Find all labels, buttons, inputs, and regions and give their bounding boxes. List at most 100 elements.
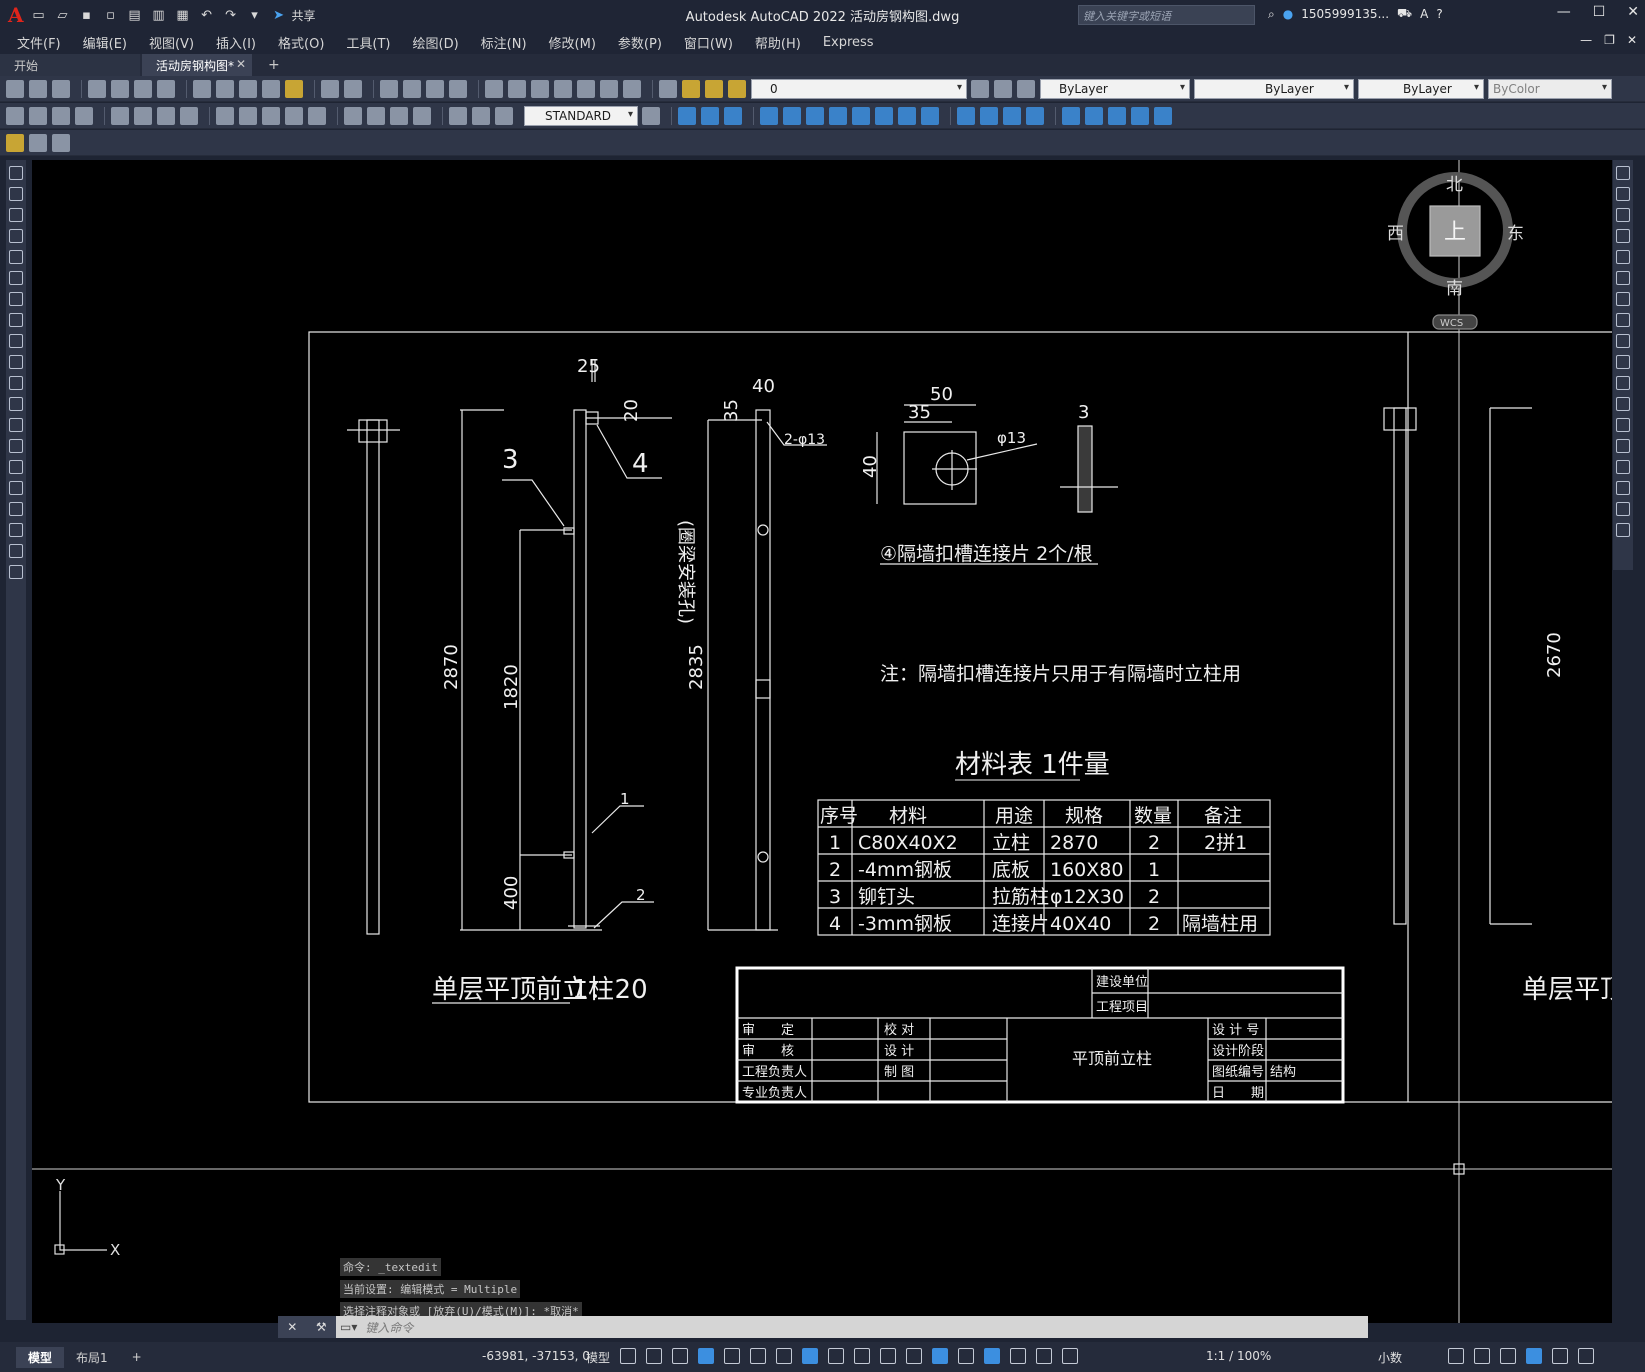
- command-prompt-icon[interactable]: ▭▾: [340, 1320, 357, 1334]
- tab-close-icon[interactable]: ✕: [236, 57, 246, 71]
- layer-freeze-icon[interactable]: [705, 79, 723, 98]
- isolate-objects-icon[interactable]: [1500, 1348, 1516, 1364]
- wrench-icon[interactable]: ⚒: [316, 1320, 327, 1334]
- tool-palettes-icon[interactable]: [531, 79, 549, 98]
- transparency-icon[interactable]: [854, 1348, 870, 1364]
- clean-icon[interactable]: [980, 106, 998, 125]
- grid-icon[interactable]: [620, 1348, 636, 1364]
- make-current-icon[interactable]: [971, 79, 989, 98]
- doc-minimize-button[interactable]: —: [1580, 33, 1592, 47]
- circle-icon[interactable]: [9, 292, 23, 306]
- user-icon[interactable]: ●: [1283, 7, 1293, 21]
- gizmo-icon[interactable]: [984, 1348, 1000, 1364]
- dimstyle-dropdown[interactable]: STANDARD ▾: [524, 105, 638, 126]
- save-icon[interactable]: [52, 79, 70, 98]
- angular-icon[interactable]: [180, 106, 198, 125]
- jogged-linear-icon[interactable]: [413, 106, 431, 125]
- lock-ui-icon[interactable]: [1474, 1348, 1490, 1364]
- paste-icon[interactable]: [239, 79, 257, 98]
- save-as-icon[interactable]: ▫: [102, 6, 120, 24]
- region-icon[interactable]: [9, 502, 23, 516]
- cart-icon[interactable]: ⛟: [1397, 6, 1412, 22]
- dim-edit-icon[interactable]: [449, 106, 467, 125]
- jogged-icon[interactable]: [134, 106, 152, 125]
- search-icon[interactable]: ⌕: [1268, 7, 1275, 22]
- autocad-logo-icon[interactable]: A: [8, 3, 24, 27]
- search-input[interactable]: 键入关键字或短语: [1078, 5, 1255, 25]
- insert-table-icon[interactable]: [6, 133, 24, 152]
- save-icon[interactable]: ▪: [78, 6, 96, 24]
- table-icon[interactable]: [9, 523, 23, 537]
- explode-icon[interactable]: [1616, 523, 1630, 537]
- ordinate-icon[interactable]: [75, 106, 93, 125]
- table-style-icon[interactable]: [29, 133, 47, 152]
- 3d-osnap-icon[interactable]: [906, 1348, 922, 1364]
- match-properties-icon[interactable]: [262, 79, 280, 98]
- minimize-button[interactable]: —: [1557, 4, 1571, 20]
- lineweight-dropdown[interactable]: ByLayer ▾: [1358, 78, 1484, 99]
- viewcube-east[interactable]: 东: [1507, 224, 1524, 244]
- doc-restore-button[interactable]: ❐: [1604, 33, 1615, 47]
- undo-icon[interactable]: ↶: [198, 6, 216, 24]
- arc-icon[interactable]: [9, 271, 23, 285]
- extrude-faces-icon[interactable]: [760, 106, 778, 125]
- arc-length-icon[interactable]: [52, 106, 70, 125]
- command-line[interactable]: ✕ ⚒ ▭▾ 键入命令: [278, 1316, 1368, 1338]
- rectangle-icon[interactable]: [9, 250, 23, 264]
- layer-lock-icon[interactable]: [728, 79, 746, 98]
- separate-icon[interactable]: [1003, 106, 1021, 125]
- help-icon[interactable]: [623, 79, 641, 98]
- rotate-faces-icon[interactable]: [852, 106, 870, 125]
- annotation-scale-icon[interactable]: [1062, 1348, 1078, 1364]
- diameter-icon[interactable]: [157, 106, 175, 125]
- viewcube-west[interactable]: 西: [1387, 224, 1404, 244]
- subtract-icon[interactable]: [701, 106, 719, 125]
- publish-icon[interactable]: [134, 79, 152, 98]
- menu-format[interactable]: 格式(O): [267, 33, 335, 52]
- dimstyle-icon[interactable]: [642, 106, 660, 125]
- zoom-realtime-icon[interactable]: [403, 79, 421, 98]
- model-space-toggle[interactable]: 模型: [586, 1349, 610, 1366]
- properties-icon[interactable]: [485, 79, 503, 98]
- continue-icon[interactable]: [262, 106, 280, 125]
- ellipse-icon[interactable]: [9, 355, 23, 369]
- blend-curves-icon[interactable]: [1616, 502, 1630, 516]
- ortho-icon[interactable]: [698, 1348, 714, 1364]
- ellipse-arc-icon[interactable]: [9, 376, 23, 390]
- move-icon[interactable]: [1616, 271, 1630, 285]
- layer-manager-icon[interactable]: [659, 79, 677, 98]
- user-name[interactable]: 1505999135...: [1301, 7, 1389, 21]
- menu-modify[interactable]: 修改(M): [538, 33, 607, 52]
- close-button[interactable]: ✕: [1627, 4, 1639, 20]
- coordinates-display[interactable]: -63981, -37153, 0: [482, 1349, 590, 1363]
- drawing-canvas[interactable]: 25 40 20 35 2-φ13 2870 1820 400 2835 (圈梁…: [32, 160, 1612, 1323]
- quick-properties-icon[interactable]: [1448, 1348, 1464, 1364]
- break-icon[interactable]: [1616, 418, 1630, 432]
- plotstyle-dropdown[interactable]: ByColor ▾: [1488, 78, 1612, 99]
- center-mark-icon[interactable]: [367, 106, 385, 125]
- linetype-dropdown[interactable]: ByLayer ▾: [1194, 78, 1354, 99]
- menu-insert[interactable]: 插入(I): [205, 33, 267, 52]
- trim-icon[interactable]: [1616, 355, 1630, 369]
- copy-icon[interactable]: [216, 79, 234, 98]
- open-web-icon[interactable]: ▤: [126, 6, 144, 24]
- menu-edit[interactable]: 编辑(E): [72, 33, 138, 52]
- clean-screen-icon[interactable]: [1552, 1348, 1568, 1364]
- plot-icon[interactable]: [88, 79, 106, 98]
- menu-window[interactable]: 窗口(W): [673, 33, 744, 52]
- zoom-window-icon[interactable]: [426, 79, 444, 98]
- preview-icon[interactable]: [111, 79, 129, 98]
- open-icon[interactable]: [29, 79, 47, 98]
- design-center-icon[interactable]: [508, 79, 526, 98]
- tab-layout1[interactable]: 布局1: [64, 1347, 120, 1368]
- selection-cycling-icon[interactable]: [880, 1348, 896, 1364]
- viewcube-north[interactable]: 北: [1446, 175, 1463, 195]
- extend-icon[interactable]: [1616, 376, 1630, 390]
- help-icon[interactable]: ?: [1436, 7, 1442, 21]
- redo-icon[interactable]: [344, 79, 362, 98]
- add-selected-icon[interactable]: [9, 565, 23, 579]
- object-snap-tracking-icon[interactable]: [776, 1348, 792, 1364]
- line-icon[interactable]: [9, 166, 23, 180]
- lineweight-icon[interactable]: [828, 1348, 844, 1364]
- make-block-icon[interactable]: [9, 418, 23, 432]
